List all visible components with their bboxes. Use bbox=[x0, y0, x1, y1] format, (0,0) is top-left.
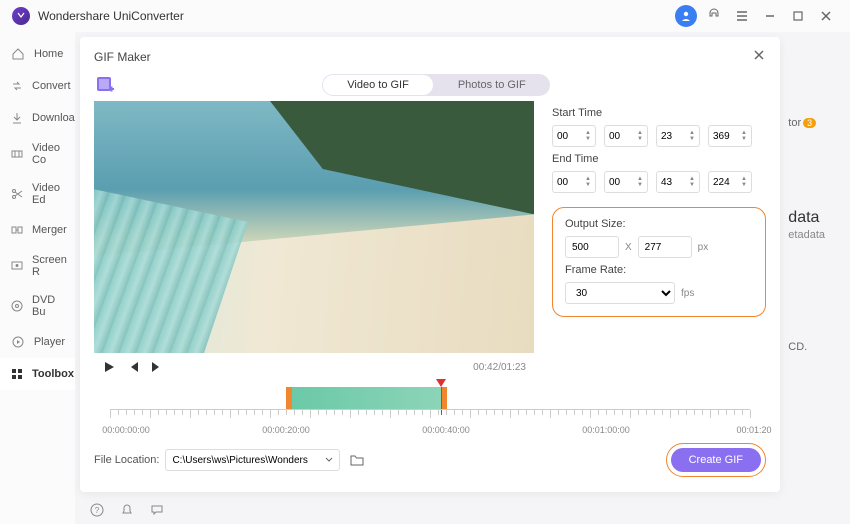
add-file-icon[interactable] bbox=[94, 74, 116, 96]
frame-rate-select[interactable]: 30 bbox=[565, 282, 675, 304]
sidebar-item-download[interactable]: Downloa bbox=[0, 102, 75, 134]
scissors-icon bbox=[10, 186, 24, 202]
frame-rate-label: Frame Rate: bbox=[565, 264, 753, 276]
sidebar-item-label: Toolbox bbox=[32, 368, 74, 380]
grid-icon bbox=[10, 366, 24, 382]
sidebar-item-label: Video Ed bbox=[32, 182, 65, 206]
sidebar-item-toolbox[interactable]: Toolbox bbox=[0, 358, 75, 390]
output-height-input[interactable] bbox=[638, 236, 692, 258]
svg-text:?: ? bbox=[95, 506, 100, 515]
feedback-icon[interactable] bbox=[149, 502, 165, 518]
end-minutes-input[interactable]: 00▲▼ bbox=[604, 171, 648, 193]
merge-icon bbox=[10, 222, 24, 238]
titlebar: Wondershare UniConverter bbox=[0, 0, 850, 32]
playback-controls: 00:42/01:23 bbox=[94, 353, 534, 381]
sidebar-item-screen-record[interactable]: Screen R bbox=[0, 246, 75, 286]
minimize-button[interactable] bbox=[758, 4, 782, 28]
menu-icon[interactable] bbox=[730, 4, 754, 28]
output-settings-box: Output Size: X px Frame Rate: 30 fps bbox=[552, 207, 766, 317]
sidebar-item-video-edit[interactable]: Video Ed bbox=[0, 174, 75, 214]
sidebar-item-label: Screen R bbox=[32, 254, 67, 278]
create-gif-button[interactable]: Create GIF bbox=[671, 448, 761, 472]
timeline-label: 00:01:00:00 bbox=[582, 425, 630, 435]
start-seconds-input[interactable]: 23▲▼ bbox=[656, 125, 700, 147]
sidebar-item-label: Home bbox=[34, 48, 63, 60]
sidebar-item-dvd[interactable]: DVD Bu bbox=[0, 286, 75, 326]
browse-folder-button[interactable] bbox=[346, 449, 368, 471]
sidebar: Home Convert Downloa Video Co Video Ed M… bbox=[0, 32, 75, 524]
footer-icons: ? bbox=[89, 502, 165, 518]
output-width-input[interactable] bbox=[565, 236, 619, 258]
sidebar-item-home[interactable]: Home bbox=[0, 38, 75, 70]
tab-photos-to-gif[interactable]: Photos to GIF bbox=[434, 74, 550, 96]
sidebar-item-label: DVD Bu bbox=[32, 294, 65, 318]
settings-panel: Start Time 00▲▼ 00▲▼ 23▲▼ 369▲▼ End Time… bbox=[534, 101, 766, 381]
home-icon bbox=[10, 46, 26, 62]
timeline-label: 00:00:40:00 bbox=[422, 425, 470, 435]
start-time-label: Start Time bbox=[552, 107, 766, 119]
sidebar-item-player[interactable]: Player bbox=[0, 326, 75, 358]
record-icon bbox=[10, 258, 24, 274]
support-icon[interactable] bbox=[702, 4, 726, 28]
sidebar-item-label: Merger bbox=[32, 224, 67, 236]
dvd-icon bbox=[10, 298, 24, 314]
badge: 3 bbox=[803, 118, 816, 128]
bell-icon[interactable] bbox=[119, 502, 135, 518]
timeline-label: 00:00:00:00 bbox=[102, 425, 150, 435]
content-area: tor3 data etadata CD. GIF Maker Video to… bbox=[75, 32, 850, 524]
sidebar-item-label: Player bbox=[34, 336, 65, 348]
maximize-button[interactable] bbox=[786, 4, 810, 28]
play-icon bbox=[10, 334, 26, 350]
timeline-label: 00:00:20:00 bbox=[262, 425, 310, 435]
create-gif-highlight: Create GIF bbox=[666, 443, 766, 477]
start-minutes-input[interactable]: 00▲▼ bbox=[604, 125, 648, 147]
sidebar-item-label: Video Co bbox=[32, 142, 65, 166]
start-hours-input[interactable]: 00▲▼ bbox=[552, 125, 596, 147]
next-frame-button[interactable] bbox=[150, 360, 164, 374]
sidebar-item-merger[interactable]: Merger bbox=[0, 214, 75, 246]
file-location-label: File Location: bbox=[94, 454, 159, 466]
mode-tabs: Video to GIF Photos to GIF bbox=[322, 74, 549, 96]
close-icon[interactable] bbox=[752, 48, 766, 67]
start-ms-input[interactable]: 369▲▼ bbox=[708, 125, 752, 147]
range-handle-left[interactable] bbox=[286, 387, 292, 409]
selection-range[interactable] bbox=[289, 387, 444, 409]
app-title: Wondershare UniConverter bbox=[38, 9, 184, 23]
sidebar-item-label: Downloa bbox=[32, 112, 75, 124]
account-icon[interactable] bbox=[674, 4, 698, 28]
folder-icon bbox=[349, 452, 365, 468]
ruler bbox=[110, 409, 750, 423]
gif-maker-modal: GIF Maker Video to GIF Photos to GIF bbox=[80, 37, 780, 492]
play-button[interactable] bbox=[102, 360, 116, 374]
modal-title: GIF Maker bbox=[94, 50, 151, 64]
end-hours-input[interactable]: 00▲▼ bbox=[552, 171, 596, 193]
end-time-label: End Time bbox=[552, 153, 766, 165]
download-icon bbox=[10, 110, 24, 126]
prev-frame-button[interactable] bbox=[126, 360, 140, 374]
video-preview[interactable] bbox=[94, 101, 534, 353]
close-button[interactable] bbox=[814, 4, 838, 28]
chevron-down-icon bbox=[325, 456, 333, 464]
sidebar-item-video-compress[interactable]: Video Co bbox=[0, 134, 75, 174]
end-ms-input[interactable]: 224▲▼ bbox=[708, 171, 752, 193]
timecode: 00:42/01:23 bbox=[473, 362, 526, 373]
timeline-label: 00:01:20 bbox=[736, 425, 771, 435]
convert-icon bbox=[10, 78, 24, 94]
file-location-select[interactable]: C:\Users\ws\Pictures\Wonders bbox=[165, 449, 340, 471]
tab-video-to-gif[interactable]: Video to GIF bbox=[323, 75, 433, 95]
sidebar-item-label: Convert bbox=[32, 80, 71, 92]
end-seconds-input[interactable]: 43▲▼ bbox=[656, 171, 700, 193]
timeline[interactable]: 00:00:00:00 00:00:20:00 00:00:40:00 00:0… bbox=[94, 387, 766, 435]
app-logo bbox=[12, 7, 30, 25]
background-panel: tor3 data etadata CD. bbox=[788, 117, 825, 353]
sidebar-item-convert[interactable]: Convert bbox=[0, 70, 75, 102]
compress-icon bbox=[10, 146, 24, 162]
help-icon[interactable]: ? bbox=[89, 502, 105, 518]
output-size-label: Output Size: bbox=[565, 218, 753, 230]
